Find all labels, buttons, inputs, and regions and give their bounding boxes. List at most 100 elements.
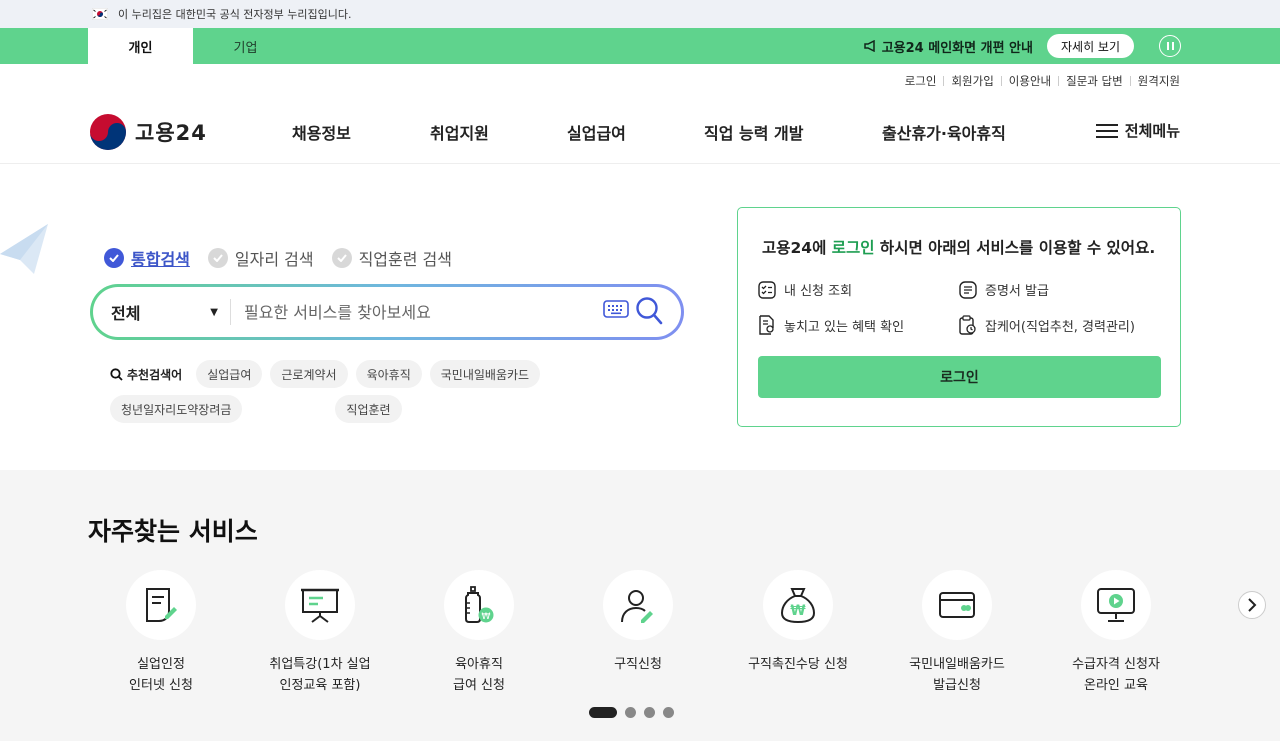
keyword-chip[interactable]: 근로계약서 [270, 360, 348, 388]
carousel-dot[interactable] [589, 707, 617, 718]
service-label: 증명서 발급 [985, 284, 1049, 299]
hamburger-icon [1095, 123, 1118, 138]
service-label: 잡케어(직업추천, 경력관리) [985, 319, 1135, 335]
service-missed-benefits: 놓치고 있는 혜택 확인 [758, 315, 904, 335]
pause-icon [1166, 42, 1169, 50]
notice: 고용24 메인화면 개편 안내 자세히 보기 [863, 28, 1134, 64]
service-my-applications: 내 신청 조회 [758, 280, 852, 299]
all-menu-label: 전체메뉴 [1124, 122, 1180, 140]
keyboard-icon[interactable] [603, 300, 629, 318]
carousel-dot[interactable] [663, 707, 674, 718]
service-item[interactable]: ₩ 육아휴직 급여 신청 [399, 570, 559, 696]
service-label: 수급자격 신청자 온라인 교육 [1072, 657, 1160, 693]
service-label: 육아휴직 급여 신청 [453, 657, 505, 693]
nav-job-skills[interactable]: 직업 능력 개발 [704, 120, 803, 144]
recommend-label: 추천검색어 [127, 367, 183, 382]
title-post: 하시면 아래의 서비스를 이용할 수 있어요. [874, 239, 1156, 257]
service-label: 구직신청 [614, 657, 662, 672]
tab-business[interactable]: 기업 [193, 28, 298, 64]
service-jobcare: 잡케어(직업추천, 경력관리) [959, 315, 1135, 335]
pause-button[interactable] [1159, 35, 1181, 57]
chevron-right-icon [1248, 598, 1257, 612]
keyword-chip[interactable]: 청년일자리도약장려금 [110, 395, 243, 423]
money-bag-icon: ₩ [780, 588, 816, 624]
utility-links: 로그인 회원가입 이용안내 질문과 답변 원격지원 [0, 64, 1280, 98]
gov-banner-text: 이 누리집은 대한민국 공식 전자정부 누리집입니다. [118, 8, 352, 21]
service-label: 실업인정 인터넷 신청 [129, 657, 193, 693]
nav-employment-support[interactable]: 취업지원 [430, 120, 489, 144]
all-menu-button[interactable]: 전체메뉴 [1095, 120, 1180, 141]
tab-label: 통합검색 [131, 250, 190, 269]
service-label: 취업특강(1차 실업 인정교육 포함) [269, 657, 371, 693]
svg-text:₩: ₩ [790, 603, 806, 619]
search-type-tabs: 통합검색 일자리 검색 직업훈련 검색 [104, 246, 452, 270]
card-icon [939, 592, 975, 618]
service-label: 국민내일배움카드 발급신청 [909, 657, 1005, 693]
main-header: 고용24 채용정보 취업지원 실업급여 직업 능력 개발 출산휴가·육아휴직 전… [0, 98, 1280, 164]
monitor-play-icon [1097, 588, 1135, 622]
login-card-title: 고용24에 로그인 하시면 아래의 서비스를 이용할 수 있어요. [762, 236, 1155, 258]
nav-jobs[interactable]: 채용정보 [292, 120, 351, 144]
notice-text: 고용24 메인화면 개편 안내 [881, 40, 1033, 56]
util-remote-link[interactable]: 원격지원 [1138, 73, 1180, 89]
carousel-dot[interactable] [625, 707, 636, 718]
login-card: 고용24에 로그인 하시면 아래의 서비스를 이용할 수 있어요. 내 신청 조… [737, 207, 1181, 427]
nav-parental-leave[interactable]: 출산휴가·육아휴직 [882, 120, 1006, 144]
document-search-icon [759, 315, 774, 335]
check-icon [331, 248, 352, 268]
notice-detail-button[interactable]: 자세히 보기 [1046, 34, 1134, 58]
megaphone-icon [863, 40, 875, 52]
nav-unemployment-benefit[interactable]: 실업급여 [567, 120, 626, 144]
check-icon [104, 248, 124, 268]
util-qna-link[interactable]: 질문과 답변 [1066, 73, 1123, 89]
clipboard-clock-icon [959, 315, 976, 335]
util-signup-link[interactable]: 회원가입 [951, 73, 993, 89]
gov-banner: 이 누리집은 대한민국 공식 전자정부 누리집입니다. [0, 0, 1280, 28]
svg-text:₩: ₩ [482, 612, 491, 622]
search-box: 전체 ▼ [90, 284, 684, 340]
carousel-dot[interactable] [644, 707, 655, 718]
service-item[interactable]: ₩ 구직촉진수당 신청 [718, 570, 878, 675]
caret-down-icon: ▼ [210, 306, 218, 318]
top-bar: 개인 기업 고용24 메인화면 개편 안내 자세히 보기 [0, 28, 1280, 64]
service-certificate: 증명서 발급 [959, 280, 1049, 299]
category-value: 전체 [111, 304, 141, 323]
service-item[interactable]: 취업특강(1차 실업 인정교육 포함) [240, 570, 400, 696]
search-icon [110, 367, 123, 381]
section-title: 자주찾는 서비스 [88, 517, 258, 546]
service-item[interactable]: 실업인정 인터넷 신청 [81, 570, 241, 696]
tab-label: 일자리 검색 [234, 250, 314, 269]
recommended-keywords: 추천검색어 실업급여 근로계약서 육아휴직 국민내일배움카드 청년일자리도약장려… [110, 360, 680, 423]
paper-plane-icon [0, 224, 48, 274]
util-login-link[interactable]: 로그인 [905, 73, 937, 89]
hero-section: 통합검색 일자리 검색 직업훈련 검색 전체 ▼ 필요한 서비스를 찾아보세요 … [0, 164, 1280, 470]
keyword-chip[interactable]: 국민내일배움카드 [429, 360, 541, 388]
search-icon[interactable] [635, 296, 663, 326]
frequent-services-section: 자주찾는 서비스 실업인정 인터넷 신청 취업특강(1차 실업 인정교육 포함)… [0, 470, 1280, 741]
notice-text-wrap[interactable]: 고용24 메인화면 개편 안내 [863, 37, 1033, 56]
login-button[interactable]: 로그인 [758, 356, 1161, 398]
util-guide-link[interactable]: 이용안내 [1009, 73, 1051, 89]
keyword-chip[interactable]: 직업훈련 [335, 395, 402, 423]
document-pen-icon [146, 588, 177, 622]
keyword-chip[interactable]: 실업급여 [196, 360, 263, 388]
tab-job-search[interactable]: 일자리 검색 [207, 246, 314, 270]
certificate-icon [959, 280, 977, 299]
search-category-select[interactable]: 전체 ▼ [93, 299, 231, 325]
carousel-next-button[interactable] [1238, 591, 1266, 619]
title-pre: 고용24에 [762, 239, 832, 257]
title-login-highlight: 로그인 [831, 239, 875, 257]
recommend-label-wrap: 추천검색어 [110, 366, 182, 383]
tab-integrated-search[interactable]: 통합검색 [104, 246, 190, 270]
carousel-pagination [589, 707, 674, 718]
service-item[interactable]: 구직신청 [558, 570, 718, 675]
service-label: 놓치고 있는 혜택 확인 [784, 319, 905, 335]
user-type-tabs: 개인 기업 [88, 28, 298, 64]
tab-training-search[interactable]: 직업훈련 검색 [331, 246, 452, 270]
keyword-chip[interactable]: 육아휴직 [355, 360, 422, 388]
service-item[interactable]: 국민내일배움카드 발급신청 [877, 570, 1037, 696]
tab-personal[interactable]: 개인 [88, 28, 193, 64]
checklist-icon [758, 280, 776, 299]
presentation-board-icon [301, 588, 339, 623]
service-item[interactable]: 수급자격 신청자 온라인 교육 [1036, 570, 1196, 696]
